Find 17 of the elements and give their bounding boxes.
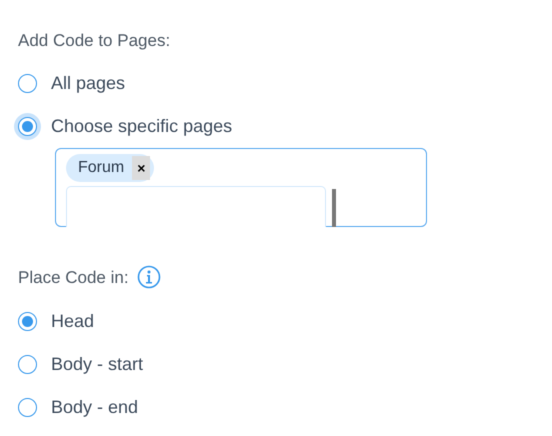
- option-label[interactable]: Body - start: [51, 351, 144, 378]
- page-picker-field[interactable]: Forum ×: [55, 148, 427, 226]
- radio-button[interactable]: [18, 312, 37, 331]
- radio-button[interactable]: [18, 74, 37, 92]
- radio-button[interactable]: [18, 398, 37, 417]
- text-cursor-icon: [332, 188, 336, 226]
- section-title: Add Code to Pages:: [18, 30, 172, 52]
- option-label[interactable]: Body - end: [51, 394, 138, 421]
- option-label[interactable]: Head: [51, 308, 94, 335]
- tag-label: Forum: [78, 158, 124, 178]
- page-search-input[interactable]: [66, 186, 326, 226]
- option-label[interactable]: Choose specific pages: [51, 112, 232, 140]
- section-title: Place Code in:: [18, 266, 129, 288]
- info-icon[interactable]: [136, 265, 161, 290]
- radio-button[interactable]: [18, 355, 37, 374]
- remove-tag-button[interactable]: ×: [132, 156, 150, 180]
- option-label[interactable]: All pages: [51, 70, 126, 96]
